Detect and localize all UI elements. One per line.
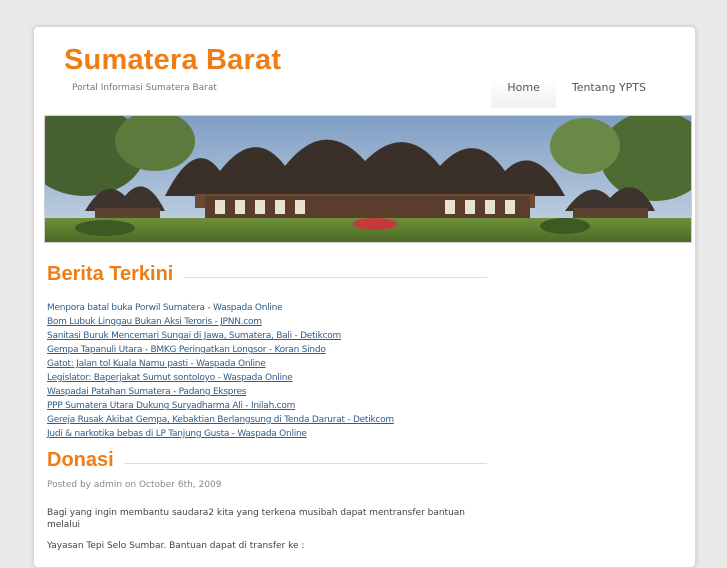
page-container: Sumatera Barat Portal Informasi Sumatera…: [33, 26, 696, 568]
donasi-heading: Donasi: [47, 449, 487, 472]
list-item: Waspadai Patahan Sumatera - Padang Ekspr…: [47, 382, 487, 397]
news-link[interactable]: Judi & narkotika bebas di LP Tanjung Gus…: [47, 429, 307, 439]
list-item: Gempa Tapanuli Utara - BMKG Peringatkan …: [47, 340, 487, 355]
list-item: Legislator: Baperjakat Sumut sontoloyo -…: [47, 368, 487, 383]
heading-divider: [183, 277, 487, 278]
post-title[interactable]: Donasi: [47, 449, 114, 472]
list-item: Judi & narkotika bebas di LP Tanjung Gus…: [47, 424, 487, 439]
heading-divider: [123, 463, 487, 464]
list-item: Bom Lubuk Linggau Bukan Aksi Teroris - J…: [47, 312, 487, 327]
post-paragraph: Yayasan Tepi Selo Sumbar. Bantuan dapat …: [47, 541, 305, 551]
list-item: Sanitasi Buruk Mencemari Sungai di Jawa,…: [47, 326, 487, 341]
site-title[interactable]: Sumatera Barat: [64, 44, 281, 77]
list-item: Gatot: Jalan tol Kuala Namu pasti - Wasp…: [47, 354, 487, 369]
post-meta: Posted by admin on October 6th, 2009: [47, 480, 222, 490]
site-tagline: Portal Informasi Sumatera Barat: [72, 83, 217, 93]
nav-home[interactable]: Home: [491, 79, 556, 108]
berita-terkini-title: Berita Terkini: [47, 263, 174, 285]
nav-tentang-ypts[interactable]: Tentang YPTS: [556, 79, 662, 108]
news-list: Menpora batal buka Porwil Sumatera - Was…: [47, 298, 487, 439]
main-content: Berita Terkini Menpora batal buka Porwil…: [47, 263, 487, 552]
berita-terkini-heading: Berita Terkini: [47, 263, 487, 286]
main-nav: Home Tentang YPTS: [491, 79, 662, 108]
post-paragraph: Bagi yang ingin membantu saudara2 kita y…: [47, 508, 466, 530]
list-item: Menpora batal buka Porwil Sumatera - Was…: [47, 298, 487, 313]
list-item: Gereja Rusak Akibat Gempa, Kebaktian Ber…: [47, 410, 487, 425]
list-item: PPP Sumatera Utara Dukung Suryadharma Al…: [47, 396, 487, 411]
header-banner-image: [44, 115, 692, 243]
